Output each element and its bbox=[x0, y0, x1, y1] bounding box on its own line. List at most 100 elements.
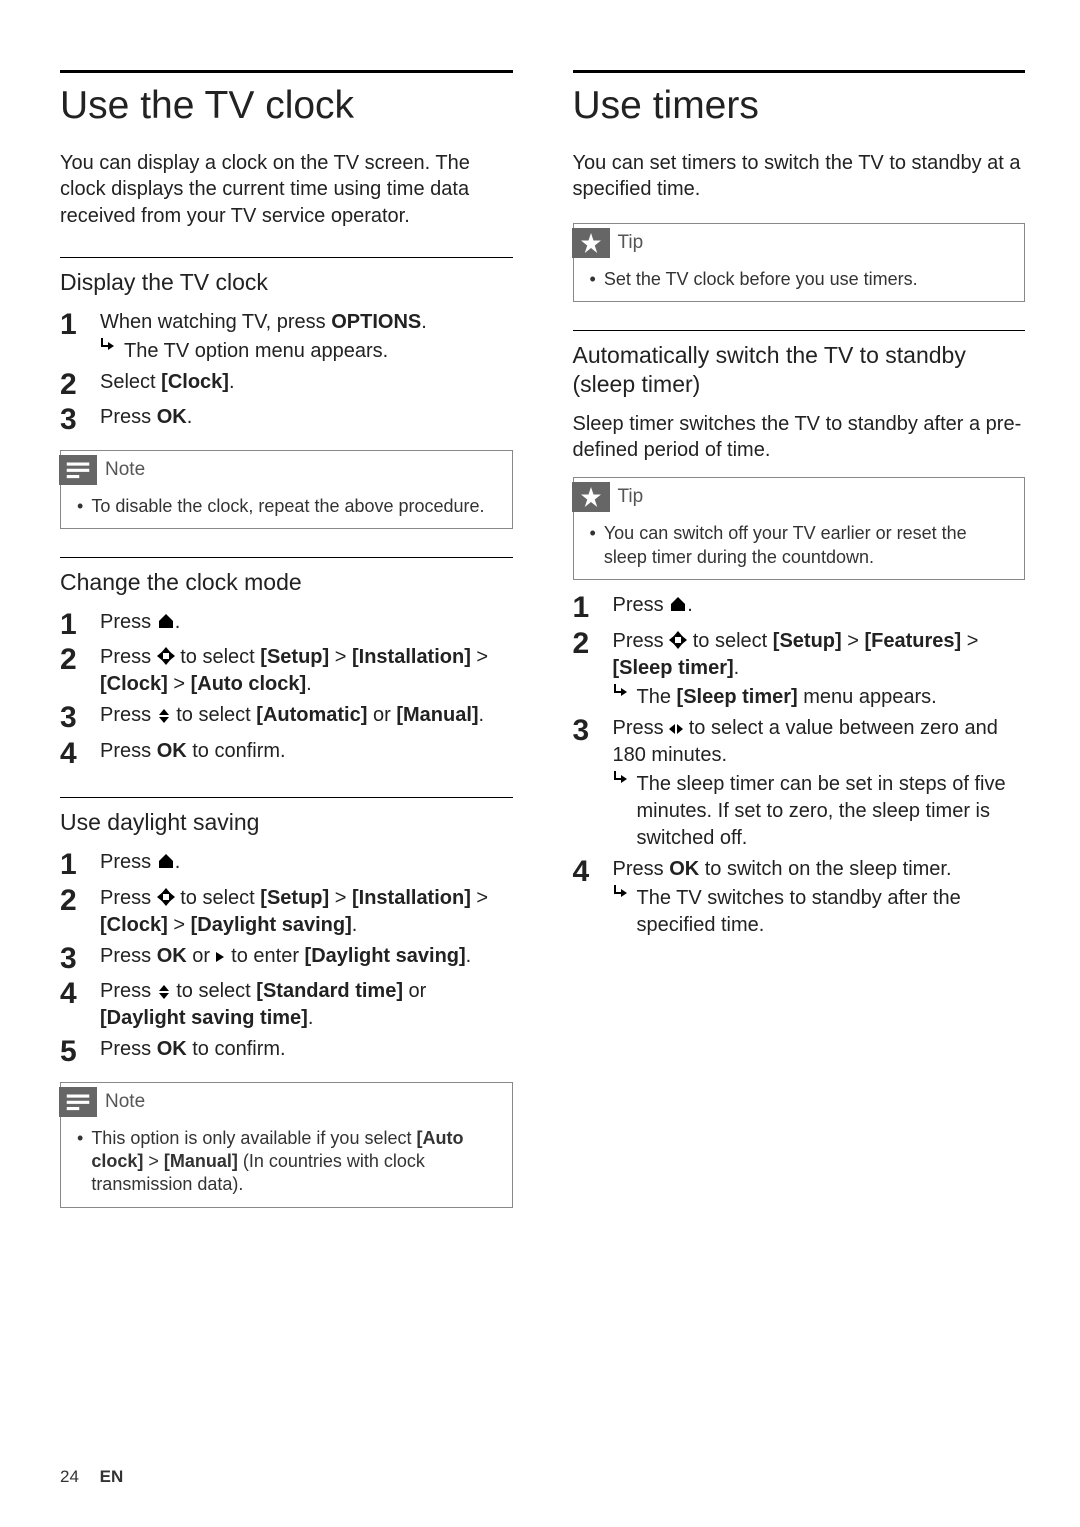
steps-sleep-timer: Press . Press to select [Setup] > [Featu… bbox=[573, 592, 1026, 939]
step-text: . bbox=[734, 657, 740, 679]
home-icon bbox=[669, 595, 687, 613]
heading-display-tv-clock: Display the TV clock bbox=[60, 268, 513, 297]
ok-label: OK bbox=[669, 858, 699, 880]
intro-text: You can display a clock on the TV screen… bbox=[60, 150, 513, 229]
menu-daylight-saving-label: [Daylight saving] bbox=[305, 945, 466, 967]
note-label: Note bbox=[105, 1091, 145, 1113]
divider bbox=[60, 797, 513, 798]
right-arrow-icon bbox=[216, 950, 226, 964]
step-item: Press to select [Setup] > [Installation]… bbox=[60, 644, 513, 698]
note-text: This option is only available if you sel… bbox=[91, 1128, 416, 1148]
ok-label: OK bbox=[157, 945, 187, 967]
step-text: . bbox=[306, 673, 312, 695]
steps-daylight-saving: Press . Press to select [Setup] > [Insta… bbox=[60, 849, 513, 1068]
divider bbox=[60, 70, 513, 73]
note-body: This option is only available if you sel… bbox=[91, 1127, 499, 1197]
note-label: Note bbox=[105, 459, 145, 481]
menu-clock-label: [Clock] bbox=[100, 914, 168, 936]
tip-icon bbox=[572, 482, 610, 512]
menu-auto-clock-label: [Auto clock] bbox=[191, 673, 307, 695]
step-text: Press bbox=[100, 740, 157, 762]
menu-clock-label: [Clock] bbox=[161, 371, 229, 393]
tip-body: You can switch off your TV earlier or re… bbox=[604, 522, 1012, 569]
divider bbox=[60, 257, 513, 258]
step-item: Press OK to switch on the sleep timer. T… bbox=[573, 856, 1026, 939]
step-item: Press to select [Standard time] or [Dayl… bbox=[60, 978, 513, 1032]
step-text: to select bbox=[175, 646, 261, 668]
menu-sleep-timer-label: [Sleep timer] bbox=[613, 657, 734, 679]
option-daylight-saving-time-label: [Daylight saving time] bbox=[100, 1007, 308, 1029]
step-text: > bbox=[842, 630, 865, 652]
note-icon bbox=[59, 1087, 97, 1117]
ok-label: OK bbox=[157, 406, 187, 428]
step-text: > bbox=[329, 887, 352, 909]
tip-label: Tip bbox=[618, 486, 644, 508]
step-text: to select bbox=[687, 630, 773, 652]
tip-box: Tip You can switch off your TV earlier o… bbox=[573, 477, 1026, 580]
step-item: Press . bbox=[60, 849, 513, 881]
menu-installation-label: [Installation] bbox=[352, 646, 471, 668]
step-text: > bbox=[168, 673, 191, 695]
note-box: Note To disable the clock, repeat the ab… bbox=[60, 450, 513, 529]
options-label: OPTIONS bbox=[331, 311, 421, 333]
step-text: > bbox=[471, 646, 488, 668]
right-column: Use timers You can set timers to switch … bbox=[573, 70, 1026, 1208]
step-text: Press bbox=[100, 887, 157, 909]
step-item: Press to select [Automatic] or [Manual]. bbox=[60, 702, 513, 734]
intro-text: Sleep timer switches the TV to standby a… bbox=[573, 411, 1026, 464]
result-arrow-icon bbox=[613, 885, 629, 899]
note-body: To disable the clock, repeat the above p… bbox=[91, 495, 484, 518]
step-item: Press . bbox=[60, 609, 513, 641]
step-text: to switch on the sleep timer. bbox=[699, 858, 951, 880]
step-item: Press to select [Setup] > [Features] > [… bbox=[573, 628, 1026, 711]
step-text: . bbox=[229, 371, 235, 393]
step-text: . bbox=[187, 406, 193, 428]
step-result: The TV option menu appears. bbox=[124, 338, 388, 365]
nav-arrows-icon bbox=[157, 647, 175, 665]
page-footer: 24 EN bbox=[60, 1467, 123, 1487]
step-text: to enter bbox=[226, 945, 305, 967]
note-text: > bbox=[143, 1151, 164, 1171]
step-text: > bbox=[168, 914, 191, 936]
nav-arrows-icon bbox=[157, 888, 175, 906]
heading-use-daylight-saving: Use daylight saving bbox=[60, 808, 513, 837]
step-text: or bbox=[403, 980, 426, 1002]
step-item: Press OK or to enter [Daylight saving]. bbox=[60, 943, 513, 975]
heading-use-timers: Use timers bbox=[573, 85, 1026, 128]
tip-label: Tip bbox=[618, 232, 644, 254]
step-text: Press bbox=[100, 406, 157, 428]
heading-use-tv-clock: Use the TV clock bbox=[60, 85, 513, 128]
menu-daylight-saving-label: [Daylight saving] bbox=[191, 914, 352, 936]
step-text: . bbox=[421, 311, 427, 333]
step-text: > bbox=[961, 630, 978, 652]
updown-arrows-icon bbox=[157, 709, 171, 723]
divider bbox=[60, 557, 513, 558]
heading-sleep-timer: Automatically switch the TV to standby (… bbox=[573, 341, 1026, 399]
language-code: EN bbox=[100, 1467, 124, 1486]
step-item: Press OK to confirm. bbox=[60, 1036, 513, 1068]
step-item: Press OK. bbox=[60, 404, 513, 436]
page-number: 24 bbox=[60, 1467, 79, 1486]
step-item: Press to select [Setup] > [Installation]… bbox=[60, 885, 513, 939]
step-text: Press bbox=[100, 611, 157, 633]
step-text: Press bbox=[613, 858, 670, 880]
tip-box: Tip Set the TV clock before you use time… bbox=[573, 223, 1026, 302]
result-arrow-icon bbox=[613, 684, 629, 698]
step-text: Press bbox=[100, 704, 157, 726]
step-result: The [Sleep timer] menu appears. bbox=[637, 684, 937, 711]
divider bbox=[573, 70, 1026, 73]
menu-setup-label: [Setup] bbox=[773, 630, 842, 652]
step-text: > bbox=[471, 887, 488, 909]
step-text: . bbox=[175, 851, 181, 873]
note-icon bbox=[59, 455, 97, 485]
step-text: Press bbox=[100, 851, 157, 873]
updown-arrows-icon bbox=[157, 985, 171, 999]
step-text: to confirm. bbox=[187, 740, 286, 762]
steps-change-clock-mode: Press . Press to select [Setup] > [Insta… bbox=[60, 609, 513, 770]
step-text: Press bbox=[100, 945, 157, 967]
step-text: Press bbox=[613, 594, 670, 616]
home-icon bbox=[157, 852, 175, 870]
menu-sleep-timer-label: [Sleep timer] bbox=[677, 686, 798, 708]
step-text: . bbox=[479, 704, 485, 726]
result-text: The bbox=[637, 686, 677, 708]
